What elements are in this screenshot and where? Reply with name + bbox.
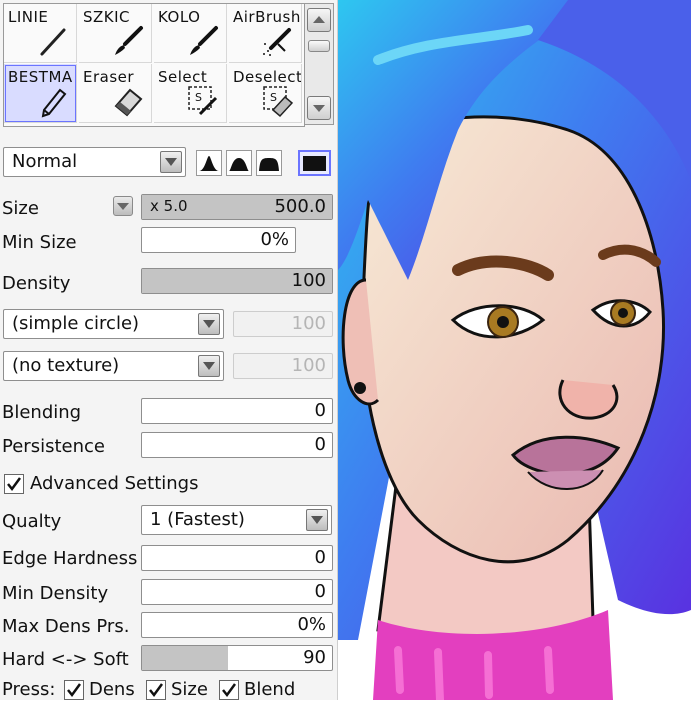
tool-deselect[interactable]: Deselect S — [229, 64, 302, 123]
density-value: 100 — [291, 270, 326, 291]
brush-shape-select[interactable]: (simple circle) — [3, 309, 224, 339]
tool-szkic[interactable]: SZKIC — [79, 4, 152, 63]
hard-soft-value: 90 — [303, 647, 326, 668]
shape-square-button[interactable] — [298, 150, 331, 176]
blending-label: Blending — [2, 402, 82, 423]
airbrush-icon — [263, 28, 291, 56]
size-multiplier: x 5.0 — [150, 197, 188, 215]
brush-icon — [190, 26, 218, 55]
edge-hardness-slider[interactable]: 0 — [141, 545, 333, 571]
max-dens-prs-value: 0% — [297, 614, 326, 635]
pencil-icon — [41, 88, 67, 118]
brush-shape-value: (simple circle) — [12, 313, 140, 334]
brush-texture-amount: 100 — [233, 353, 333, 379]
svg-text:S: S — [270, 91, 277, 104]
shape-sharp-button[interactable] — [196, 150, 222, 176]
press-size-checkbox[interactable] — [146, 680, 166, 700]
press-blend-checkbox[interactable] — [219, 680, 239, 700]
portrait-illustration — [338, 0, 691, 700]
press-label: Press: — [2, 679, 56, 700]
checkmark-icon — [222, 683, 237, 698]
persistence-label: Persistence — [2, 436, 105, 457]
hard-soft-label: Hard <-> Soft — [2, 649, 129, 670]
chevron-down-icon — [198, 313, 220, 335]
press-blend-label: Blend — [244, 679, 296, 700]
select-icon: S — [188, 86, 218, 116]
tool-eraser[interactable]: Eraser — [79, 64, 152, 123]
tool-linie[interactable]: LINIE — [4, 4, 77, 63]
quality-label: Qualty — [2, 511, 62, 532]
max-dens-prs-label: Max Dens Prs. — [2, 616, 130, 637]
advanced-settings-label: Advanced Settings — [30, 473, 199, 494]
tool-kolo[interactable]: KOLO — [154, 4, 227, 63]
max-dens-prs-slider[interactable]: 0% — [141, 612, 333, 638]
chevron-down-icon — [160, 151, 182, 173]
shape-medium-button[interactable] — [226, 150, 252, 176]
blending-slider[interactable]: 0 — [141, 398, 333, 424]
brush-texture-amount-value: 100 — [291, 355, 326, 376]
tool-grid-scrollbar[interactable] — [304, 3, 334, 125]
deselect-icon: S — [263, 86, 294, 118]
eraser-icon — [114, 88, 143, 117]
persistence-slider[interactable]: 0 — [141, 432, 333, 458]
tool-grid: LINIE SZKIC KOLO AirBrush BESTMA Eraser … — [3, 3, 305, 127]
min-size-label: Min Size — [2, 232, 77, 253]
scroll-up-button[interactable] — [307, 8, 331, 32]
density-slider[interactable]: 100 — [141, 268, 333, 294]
press-density-label: Dens — [89, 679, 135, 700]
pen-icon — [40, 28, 66, 56]
shape-soft-button[interactable] — [256, 150, 282, 176]
tool-bestma[interactable]: BESTMA — [4, 64, 77, 123]
edge-hardness-label: Edge Hardness — [2, 548, 138, 569]
brush-texture-select[interactable]: (no texture) — [3, 351, 224, 381]
square-shape-icon — [303, 156, 326, 171]
brush-shape-amount: 100 — [233, 311, 333, 337]
quality-select[interactable]: 1 (Fastest) — [141, 505, 332, 535]
svg-text:S: S — [195, 91, 202, 104]
size-label: Size — [2, 198, 39, 219]
scrollbar-thumb[interactable] — [308, 40, 330, 52]
min-size-slider[interactable]: 0% — [141, 227, 296, 253]
min-density-value: 0 — [314, 581, 326, 602]
persistence-value: 0 — [314, 434, 326, 455]
arrow-up-icon — [313, 16, 325, 23]
canvas-artwork[interactable] — [338, 0, 691, 700]
size-value: 500.0 — [274, 196, 326, 217]
advanced-settings-checkbox[interactable] — [4, 474, 24, 494]
density-label: Density — [2, 273, 71, 294]
size-multiplier-button[interactable] — [113, 196, 133, 216]
checkmark-icon — [67, 683, 82, 698]
quality-value: 1 (Fastest) — [150, 509, 245, 530]
brush-icon — [115, 26, 143, 55]
press-density-checkbox[interactable] — [64, 680, 84, 700]
chevron-down-icon — [198, 355, 220, 377]
arrow-down-icon — [313, 105, 325, 112]
sharp-shape-icon — [199, 156, 219, 171]
flat-shape-icon — [259, 158, 279, 171]
blend-mode-value: Normal — [12, 151, 78, 172]
brush-settings-panel: LINIE SZKIC KOLO AirBrush BESTMA Eraser … — [0, 0, 338, 700]
tool-airbrush[interactable]: AirBrush — [229, 4, 302, 63]
chevron-down-icon — [306, 509, 328, 531]
tool-select[interactable]: Select S — [154, 64, 227, 123]
checkmark-icon — [7, 477, 22, 492]
edge-hardness-value: 0 — [314, 547, 326, 568]
brush-texture-value: (no texture) — [12, 355, 120, 376]
brush-shape-amount-value: 100 — [291, 313, 326, 334]
blending-value: 0 — [314, 400, 326, 421]
press-size-label: Size — [171, 679, 208, 700]
min-size-value: 0% — [260, 229, 289, 250]
size-slider[interactable]: x 5.0 500.0 — [141, 194, 333, 220]
medium-shape-icon — [229, 158, 249, 171]
min-density-label: Min Density — [2, 583, 109, 604]
scroll-down-button[interactable] — [307, 96, 331, 120]
checkmark-icon — [149, 683, 164, 698]
hard-soft-slider-fill — [142, 646, 228, 670]
blend-mode-select[interactable]: Normal — [3, 147, 186, 177]
hard-soft-slider[interactable]: 90 — [141, 645, 333, 671]
min-density-slider[interactable]: 0 — [141, 579, 333, 605]
